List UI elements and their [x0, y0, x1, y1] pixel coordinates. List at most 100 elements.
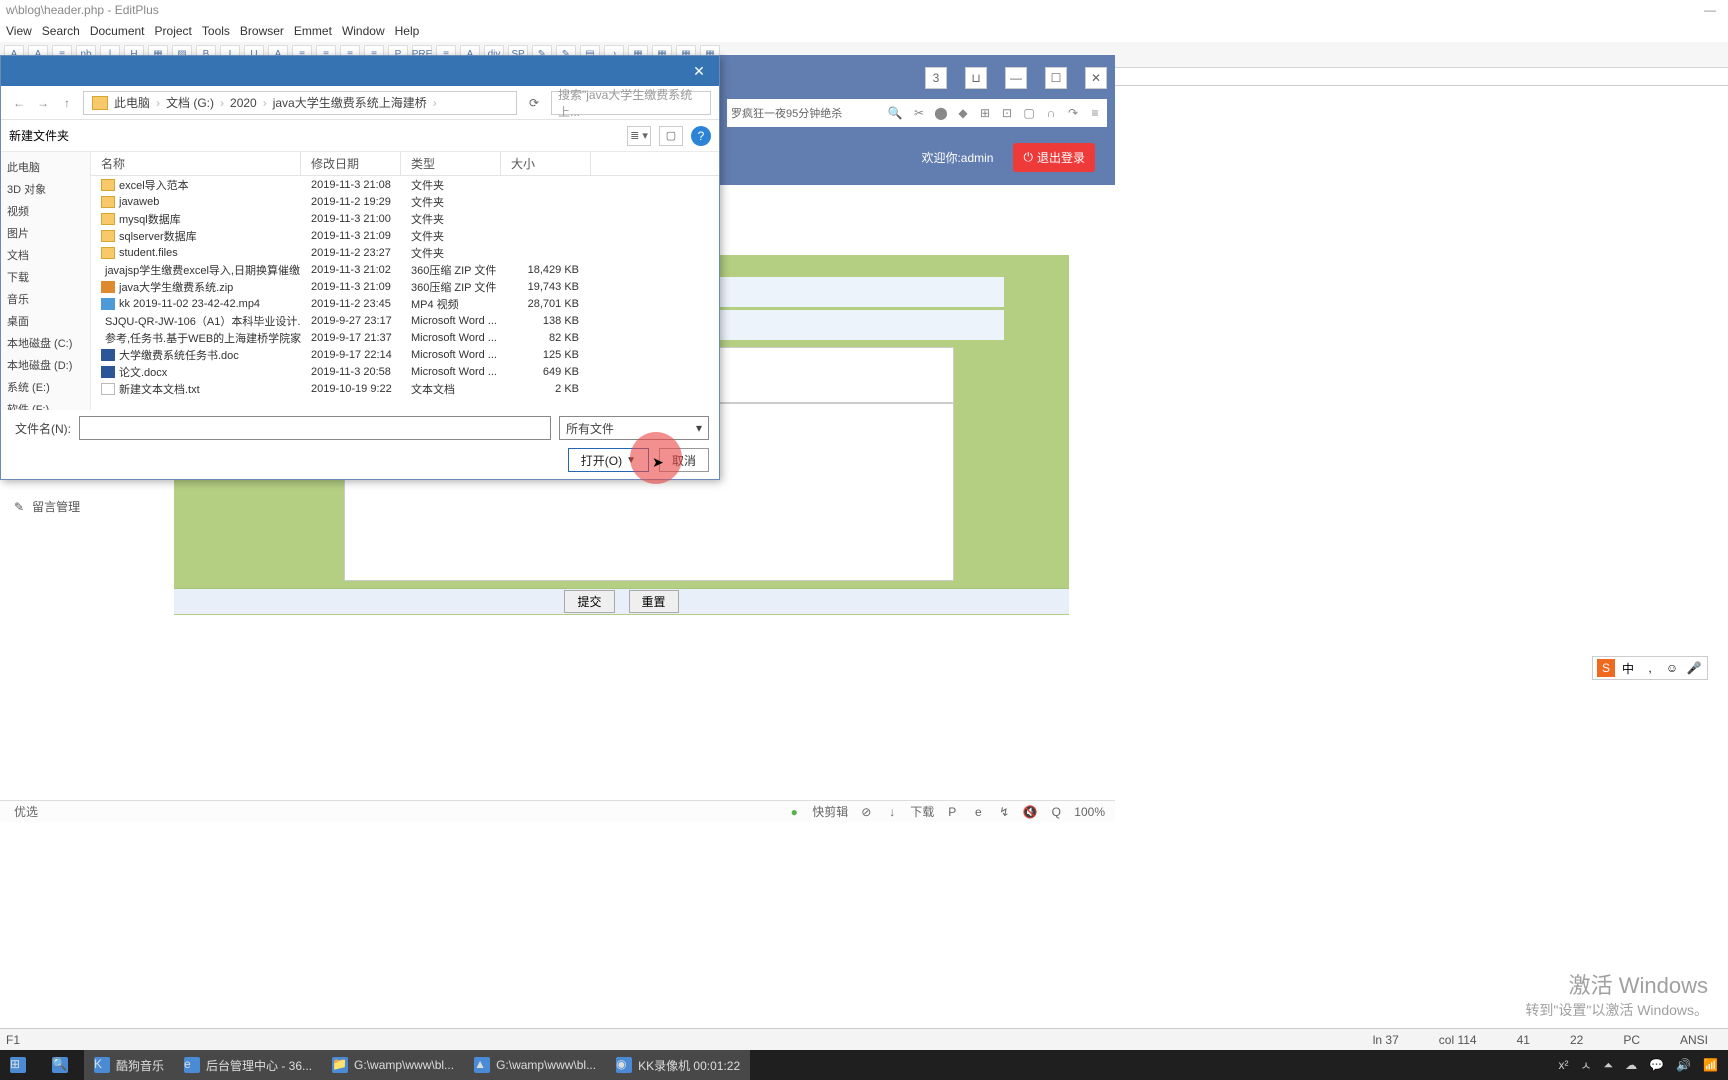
quickcut-icon[interactable]: ●: [786, 804, 802, 820]
submit-button[interactable]: 提交: [564, 590, 614, 613]
view-preview-icon[interactable]: ▢: [659, 126, 683, 146]
minimize-icon[interactable]: —: [1700, 0, 1720, 20]
browser-ext-icon[interactable]: ⊔: [965, 67, 987, 89]
dialog-search-input[interactable]: 搜索"java大学生缴费系统上...: [551, 91, 711, 115]
file-row[interactable]: student.files2019-11-2 23:27文件夹: [91, 244, 719, 261]
browser-ext-icon[interactable]: ◆: [955, 105, 971, 121]
search-icon[interactable]: 🔍: [887, 105, 903, 121]
new-folder-button[interactable]: 新建文件夹: [9, 127, 69, 144]
download-label[interactable]: 下载: [910, 803, 934, 820]
status-icon[interactable]: ↯: [996, 804, 1012, 820]
breadcrumb-segment[interactable]: 2020: [230, 96, 257, 110]
dialog-close-button[interactable]: ✕: [679, 56, 719, 86]
browser-ext-icon[interactable]: ⊞: [977, 105, 993, 121]
e-icon[interactable]: e: [970, 804, 986, 820]
browser-ext-icon[interactable]: ↷: [1065, 105, 1081, 121]
filetype-select[interactable]: 所有文件 ▾: [559, 416, 709, 440]
col-header-date[interactable]: 修改日期: [301, 152, 401, 175]
quickcut-label[interactable]: 快剪辑: [812, 803, 848, 820]
tree-item[interactable]: 本地磁盘 (D:): [1, 354, 90, 376]
filename-input[interactable]: [79, 416, 551, 440]
file-row[interactable]: 大学缴费系统任务书.doc2019-9-17 22:14Microsoft Wo…: [91, 346, 719, 363]
file-row[interactable]: javajsp学生缴费excel导入,日期换算催缴...2019-11-3 21…: [91, 261, 719, 278]
status-icon[interactable]: ⊘: [858, 804, 874, 820]
zoom-label[interactable]: 100%: [1074, 805, 1105, 819]
menu-help[interactable]: Help: [395, 24, 420, 38]
tray-icon[interactable]: ㅅ: [1580, 1057, 1591, 1074]
ime-icon[interactable]: 🎤: [1685, 659, 1703, 677]
ime-icon[interactable]: ☺: [1663, 659, 1681, 677]
menu-tools[interactable]: Tools: [202, 24, 230, 38]
tree-item[interactable]: 系统 (E:): [1, 376, 90, 398]
zoom-icon[interactable]: Q: [1048, 804, 1064, 820]
browser-ext-icon[interactable]: ⬤: [933, 105, 949, 121]
taskbar-item[interactable]: 🔍: [42, 1050, 84, 1080]
file-row[interactable]: java大学生缴费系统.zip2019-11-3 21:09360压缩 ZIP …: [91, 278, 719, 295]
refresh-icon[interactable]: ⟳: [523, 92, 545, 114]
tray-icon[interactable]: x²: [1558, 1058, 1568, 1072]
breadcrumb-segment[interactable]: java大学生缴费系统上海建桥: [273, 94, 427, 111]
tray-icon[interactable]: ⏶: [1604, 1058, 1614, 1073]
taskbar-item[interactable]: ▲G:\wamp\www\bl...: [464, 1050, 606, 1080]
col-header-type[interactable]: 类型: [401, 152, 501, 175]
tree-item[interactable]: 音乐: [1, 288, 90, 310]
file-row[interactable]: excel导入范本2019-11-3 21:08文件夹: [91, 176, 719, 193]
tray-icon[interactable]: 📶: [1703, 1058, 1718, 1072]
file-row[interactable]: javaweb2019-11-2 19:29文件夹: [91, 193, 719, 210]
open-button[interactable]: 打开(O) ▼: [568, 448, 649, 472]
status-icon[interactable]: ↓: [884, 804, 900, 820]
mute-icon[interactable]: 🔇: [1022, 804, 1038, 820]
taskbar-item[interactable]: e后台管理中心 - 36...: [174, 1050, 322, 1080]
menu-search[interactable]: Search: [42, 24, 80, 38]
view-list-icon[interactable]: ≣ ▾: [627, 126, 651, 146]
maximize-button[interactable]: ☐: [1045, 67, 1067, 89]
taskbar-item[interactable]: ⊞: [0, 1050, 42, 1080]
browser-ext-icon[interactable]: ∩: [1043, 105, 1059, 121]
tab-count-badge[interactable]: 3: [925, 67, 947, 89]
logout-button[interactable]: ⏻ 退出登录: [1013, 143, 1095, 172]
tree-item[interactable]: 文档: [1, 244, 90, 266]
taskbar-item[interactable]: ◉KK录像机 00:01:22: [606, 1050, 750, 1080]
tree-item[interactable]: 图片: [1, 222, 90, 244]
tree-item[interactable]: 下载: [1, 266, 90, 288]
open-dropdown-icon[interactable]: ▼: [626, 455, 636, 466]
ime-floating-bar[interactable]: S中,☺🎤: [1592, 656, 1708, 680]
minimize-button[interactable]: —: [1005, 67, 1027, 89]
col-header-size[interactable]: 大小: [501, 152, 591, 175]
tree-item[interactable]: 桌面: [1, 310, 90, 332]
ime-icon[interactable]: ,: [1641, 659, 1659, 677]
reset-button[interactable]: 重置: [629, 590, 679, 613]
close-button[interactable]: ✕: [1085, 67, 1107, 89]
browser-ext-icon[interactable]: ⊡: [999, 105, 1015, 121]
tray-icon[interactable]: ☁: [1625, 1058, 1637, 1072]
menu-browser[interactable]: Browser: [240, 24, 284, 38]
taskbar-item[interactable]: 📁G:\wamp\www\bl...: [322, 1050, 464, 1080]
nav-back-icon[interactable]: ←: [9, 93, 29, 113]
menu-document[interactable]: Document: [90, 24, 145, 38]
taskbar-item[interactable]: K酷狗音乐: [84, 1050, 174, 1080]
breadcrumb-segment[interactable]: 此电脑: [114, 94, 150, 111]
browser-ext-icon[interactable]: ▢: [1021, 105, 1037, 121]
browser-ext-icon[interactable]: ✂: [911, 105, 927, 121]
breadcrumb-segment[interactable]: 文档 (G:): [166, 94, 214, 111]
tree-item[interactable]: 本地磁盘 (C:): [1, 332, 90, 354]
tree-item[interactable]: 3D 对象: [1, 178, 90, 200]
file-row[interactable]: 新建文本文档.txt2019-10-19 9:22文本文档2 KB: [91, 380, 719, 397]
tree-item[interactable]: 软件 (F:): [1, 398, 90, 410]
file-row[interactable]: sqlserver数据库2019-11-3 21:09文件夹: [91, 227, 719, 244]
ime-icon[interactable]: 中: [1619, 659, 1637, 677]
menu-project[interactable]: Project: [155, 24, 192, 38]
tray-icon[interactable]: 🔊: [1676, 1058, 1691, 1072]
col-header-name[interactable]: 名称: [91, 152, 301, 175]
sidebar-item-messages[interactable]: ✎ 留言管理: [0, 490, 155, 523]
tree-item[interactable]: 此电脑: [1, 156, 90, 178]
ime-icon[interactable]: S: [1597, 659, 1615, 677]
file-row[interactable]: 参考,任务书.基于WEB的上海建桥学院家...2019-9-17 21:37Mi…: [91, 329, 719, 346]
browser-ext-icon[interactable]: ≡: [1087, 105, 1103, 121]
file-row[interactable]: mysql数据库2019-11-3 21:00文件夹: [91, 210, 719, 227]
breadcrumb-path[interactable]: 此电脑›文档 (G:)›2020›java大学生缴费系统上海建桥›: [83, 91, 517, 115]
file-row[interactable]: kk 2019-11-02 23-42-42.mp42019-11-2 23:4…: [91, 295, 719, 312]
p-icon[interactable]: P: [944, 804, 960, 820]
file-row[interactable]: 论文.docx2019-11-3 20:58Microsoft Word ...…: [91, 363, 719, 380]
nav-up-icon[interactable]: ↑: [57, 93, 77, 113]
